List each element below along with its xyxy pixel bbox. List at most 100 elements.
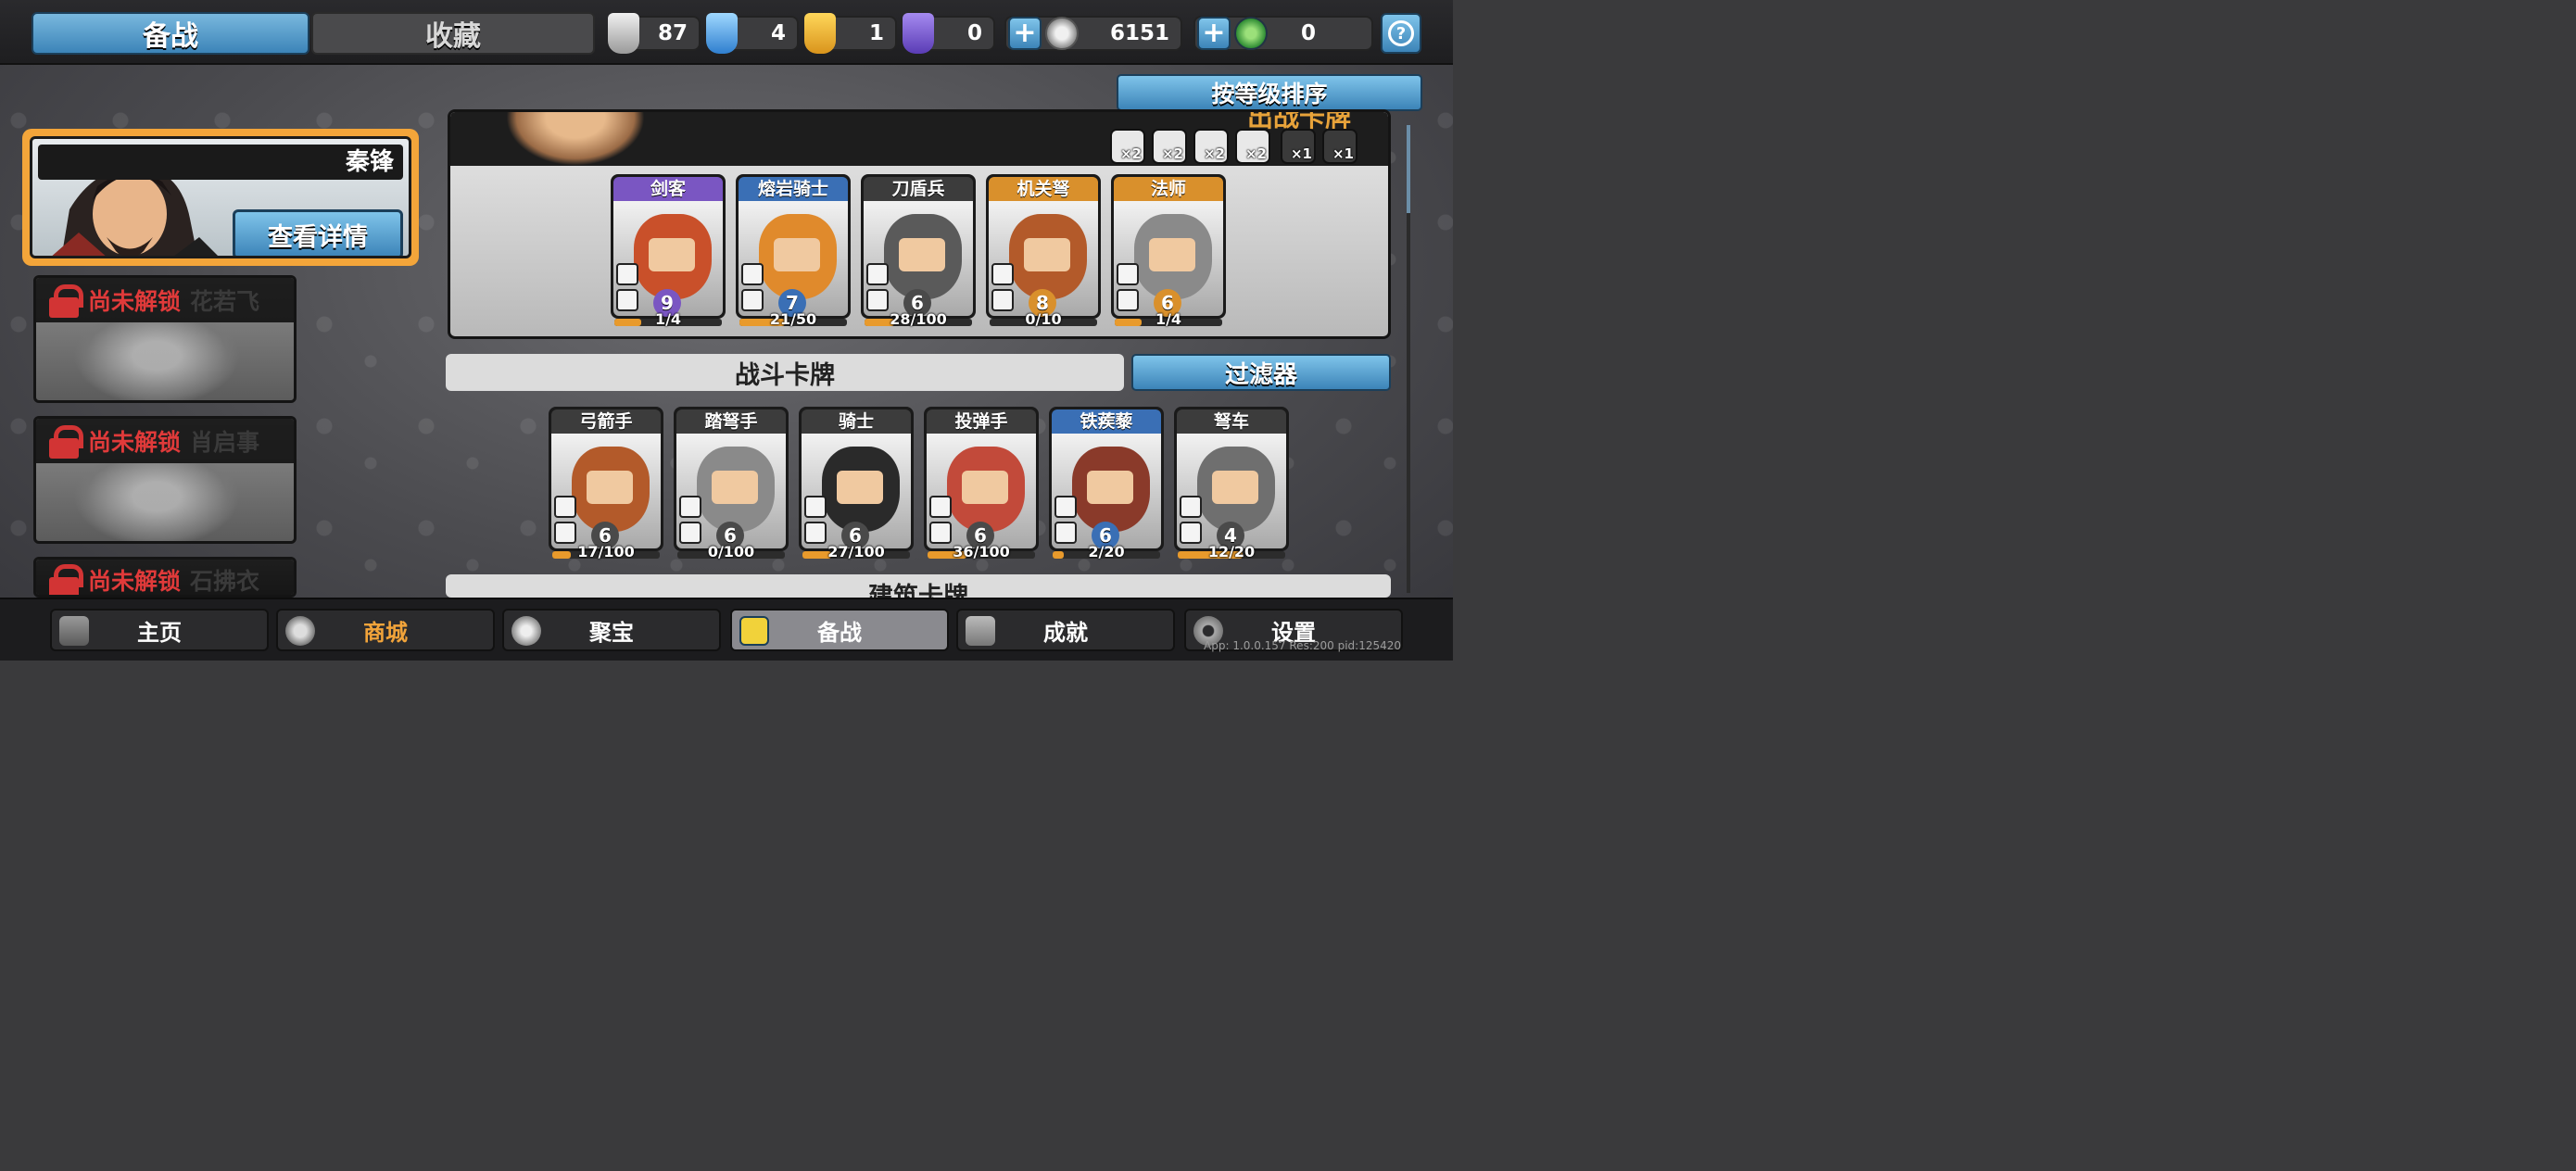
horse-modifier-icon: ×1 — [1281, 129, 1316, 164]
locked-hero-name: 肖启事 — [190, 429, 260, 456]
unit-card[interactable]: 机关弩 8 0/10 — [986, 174, 1101, 328]
nav-label: 成就 — [1043, 619, 1088, 646]
unit-type-icon — [1117, 263, 1139, 285]
unit-type-icon — [929, 496, 952, 518]
silver-coin-icon — [1045, 17, 1079, 50]
unit-card[interactable]: 投弹手 6 36/100 — [924, 407, 1039, 560]
sort-by-level-button[interactable]: 按等级排序 — [1117, 74, 1422, 111]
scrollbar-thumb[interactable] — [1407, 125, 1410, 213]
unit-class-icon — [679, 522, 701, 544]
unit-card[interactable]: 骑士 6 27/100 — [799, 407, 914, 560]
locked-status: 尚未解锁 — [88, 288, 182, 315]
hero-selected-card[interactable]: 秦锋 查看详情 — [22, 129, 419, 266]
card-name: 投弹手 — [927, 409, 1036, 434]
app-info: App: 1.0.0.157 Res:200 pid:125420 — [1204, 639, 1401, 652]
locked-hero-card[interactable]: 尚未解锁 花若飞 — [33, 275, 297, 403]
nav-label: 商城 — [363, 619, 408, 646]
unit-class-icon — [616, 289, 638, 311]
modifier-count: ×1 — [1332, 145, 1354, 162]
resource-value: 6151 — [1109, 21, 1169, 45]
filter-button[interactable]: 过滤器 — [1131, 354, 1391, 391]
card-name: 踏弩手 — [676, 409, 786, 434]
nav-treasure[interactable]: 聚宝 — [502, 609, 721, 651]
card-count: 17/100 — [577, 543, 635, 560]
card-count: 27/100 — [827, 543, 885, 560]
unit-type-icon — [554, 496, 576, 518]
sword-modifier-icon: ×2 — [1110, 129, 1145, 164]
unit-card[interactable]: 铁蒺藜 6 2/20 — [1049, 407, 1164, 560]
modifier-count: ×2 — [1119, 145, 1142, 162]
card-name: 法师 — [1114, 177, 1223, 201]
helmet-modifier-icon: ×2 — [1235, 129, 1270, 164]
lock-icon — [49, 284, 83, 318]
nav-achievements[interactable]: 成就 — [956, 609, 1175, 651]
unit-class-icon — [554, 522, 576, 544]
resource-value: 87 — [657, 21, 688, 45]
deck-header: 出战卡牌 ×2 ×2 ×2 ×2 ×1 ×1 — [450, 112, 1388, 166]
unit-card[interactable]: 弓箭手 6 17/100 — [549, 407, 663, 560]
card-count: 21/50 — [769, 310, 817, 328]
unit-face — [962, 471, 1008, 504]
modifier-count: ×2 — [1203, 145, 1225, 162]
lock-icon — [49, 564, 83, 595]
unit-card[interactable]: 刀盾兵 6 28/100 — [861, 174, 976, 328]
cards-icon — [739, 616, 769, 646]
locked-status: 尚未解锁 — [88, 429, 182, 456]
nav-home[interactable]: 主页 — [50, 609, 269, 651]
view-details-button[interactable]: 查看详情 — [233, 209, 403, 256]
locked-hero-card[interactable]: 尚未解锁 肖启事 — [33, 416, 297, 544]
hero-name: 秦锋 — [38, 145, 403, 180]
top-bar: 备战 收藏 87 4 1 0 6151 + 0 + ? — [0, 0, 1453, 65]
unit-type-icon — [991, 263, 1014, 285]
nav-prepare[interactable]: 备战 — [730, 609, 949, 651]
card-count: 0/10 — [1025, 310, 1062, 328]
resource-value: 0 — [966, 21, 982, 45]
scrollbar[interactable] — [1407, 125, 1410, 593]
green-coin-icon — [1234, 17, 1268, 50]
unit-type-icon — [1054, 496, 1077, 518]
locked-hero-card[interactable]: 尚未解锁 石拂衣 — [33, 557, 297, 598]
purple-shield-icon — [903, 13, 934, 54]
silver-shield-icon — [608, 13, 639, 54]
card-name: 熔岩骑士 — [739, 177, 848, 201]
card-name: 刀盾兵 — [864, 177, 973, 201]
help-button[interactable]: ? — [1381, 13, 1421, 54]
building-cards-header: 建筑卡牌 — [446, 574, 1391, 598]
unit-card[interactable]: 踏弩手 6 0/100 — [674, 407, 789, 560]
add-green-coin-button[interactable]: + — [1197, 17, 1231, 50]
resource-purple-shield: 0 — [903, 13, 995, 54]
resource-gold-shield: 1 — [804, 13, 897, 54]
unit-face — [712, 471, 758, 504]
web-modifier-icon: ×1 — [1322, 129, 1357, 164]
lock-icon — [49, 425, 83, 459]
unit-class-icon — [1054, 522, 1077, 544]
add-coin-button[interactable]: + — [1008, 17, 1042, 50]
tab-collection[interactable]: 收藏 — [311, 12, 595, 55]
unit-class-icon — [929, 522, 952, 544]
unit-card[interactable]: 剑客 9 1/4 — [611, 174, 726, 328]
card-count: 2/20 — [1088, 543, 1125, 560]
unit-card[interactable]: 熔岩骑士 7 21/50 — [736, 174, 851, 328]
unit-face — [1087, 471, 1133, 504]
tab-prepare[interactable]: 备战 — [32, 12, 309, 55]
card-count: 12/20 — [1207, 543, 1256, 560]
unit-face — [1212, 471, 1258, 504]
nav-shop[interactable]: 商城 — [276, 609, 495, 651]
unit-card[interactable]: 弩车 4 12/20 — [1174, 407, 1289, 560]
unit-type-icon — [804, 496, 827, 518]
unit-class-icon — [866, 289, 889, 311]
unit-class-icon — [741, 289, 764, 311]
card-name: 骑士 — [802, 409, 911, 434]
hero-card: 秦锋 查看详情 — [30, 136, 411, 258]
treasure-icon — [511, 616, 541, 646]
locked-hero-bar: 尚未解锁 花若飞 — [36, 278, 294, 322]
unit-card[interactable]: 法师 6 1/4 — [1111, 174, 1226, 328]
locked-status: 尚未解锁 — [88, 568, 182, 595]
blue-crystal-icon — [706, 13, 738, 54]
unit-face — [837, 471, 883, 504]
unit-face — [649, 238, 695, 271]
unit-type-icon — [866, 263, 889, 285]
locked-hero-name: 花若飞 — [190, 288, 260, 315]
unit-class-icon — [1180, 522, 1202, 544]
deck-hero-face — [506, 112, 645, 166]
